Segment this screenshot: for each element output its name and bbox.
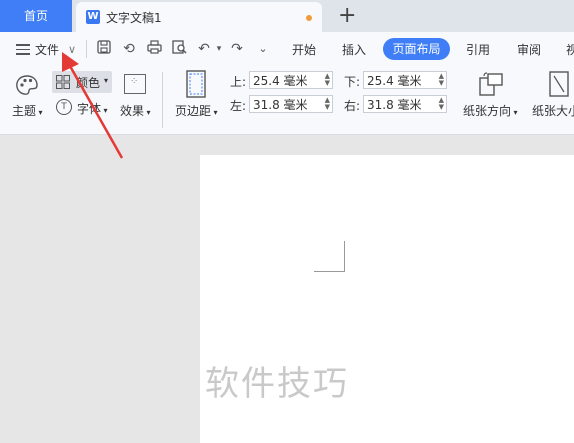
red-arrow-annotation [62,52,124,159]
